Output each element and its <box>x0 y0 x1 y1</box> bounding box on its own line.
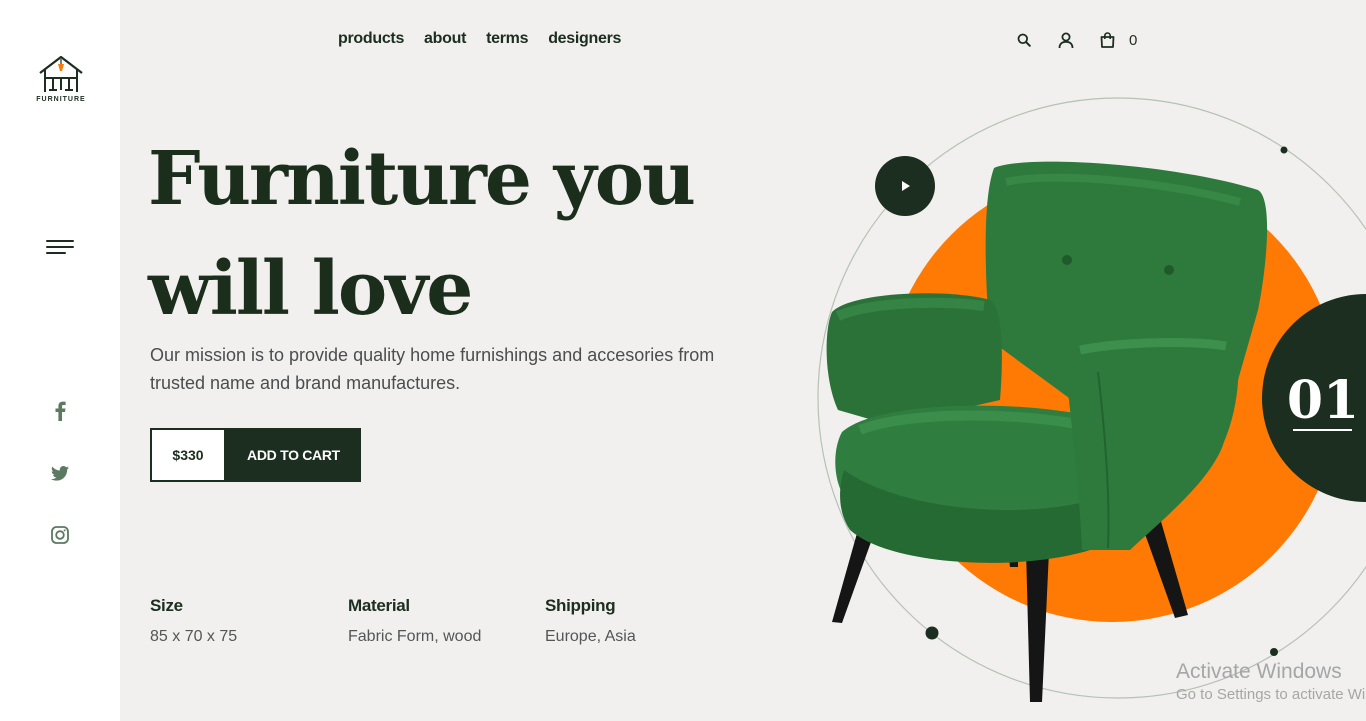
spec-label: Shipping <box>545 596 616 615</box>
twitter-icon[interactable] <box>49 462 71 484</box>
spec-size: Size 85 x 70 x 75 <box>150 596 237 646</box>
search-icon[interactable] <box>1014 30 1034 50</box>
watermark-title: Activate Windows <box>1176 660 1342 683</box>
spec-value: Europe, Asia <box>545 628 636 645</box>
headline-line-1: Furniture you <box>148 136 696 222</box>
purchase-group: $330 ADD TO CART <box>150 428 361 482</box>
spec-label: Material <box>348 596 410 615</box>
hamburger-menu-icon[interactable] <box>46 238 74 256</box>
page-title: Furniture you will love <box>148 124 788 344</box>
spec-shipping: Shipping Europe, Asia <box>545 596 636 646</box>
add-to-cart-button[interactable]: ADD TO CART <box>226 428 361 482</box>
shopping-bag-icon[interactable] <box>1097 30 1117 50</box>
headline-line-2: will love <box>148 246 473 332</box>
orbit-dot <box>1280 146 1288 154</box>
facebook-icon[interactable] <box>49 400 71 422</box>
main-nav: products about terms designers <box>338 30 621 48</box>
watermark-subtitle: Go to Settings to activate Windows. <box>1176 686 1366 703</box>
slide-number: 01 <box>1287 370 1359 431</box>
instagram-icon[interactable] <box>49 524 71 546</box>
activation-watermark: Activate Windows Go to Settings to activ… <box>1176 660 1366 703</box>
spec-label: Size <box>150 596 183 615</box>
spec-value: 85 x 70 x 75 <box>150 628 238 645</box>
user-icon[interactable] <box>1056 30 1076 50</box>
play-button[interactable] <box>875 156 935 216</box>
price-tag: $330 <box>150 428 226 482</box>
orbit-dot <box>925 626 939 640</box>
nav-about[interactable]: about <box>424 30 466 48</box>
nav-products[interactable]: products <box>338 30 404 48</box>
mission-text: Our mission is to provide quality home f… <box>150 345 715 393</box>
hero-visual: 01 <box>817 97 1366 702</box>
nav-terms[interactable]: terms <box>486 30 528 48</box>
header-actions: 0 <box>1014 30 1137 50</box>
cart-count: 0 <box>1129 31 1138 49</box>
nav-designers[interactable]: designers <box>548 30 621 48</box>
spec-material: Material Fabric Form, wood <box>348 596 481 646</box>
orbit-dot <box>1270 648 1278 656</box>
house-logo-icon <box>39 55 83 92</box>
spec-value: Fabric Form, wood <box>348 628 482 645</box>
logo[interactable]: FURNITURE <box>30 54 92 103</box>
brand-name: FURNITURE <box>36 96 86 103</box>
sidebar: FURNITURE <box>0 0 120 721</box>
